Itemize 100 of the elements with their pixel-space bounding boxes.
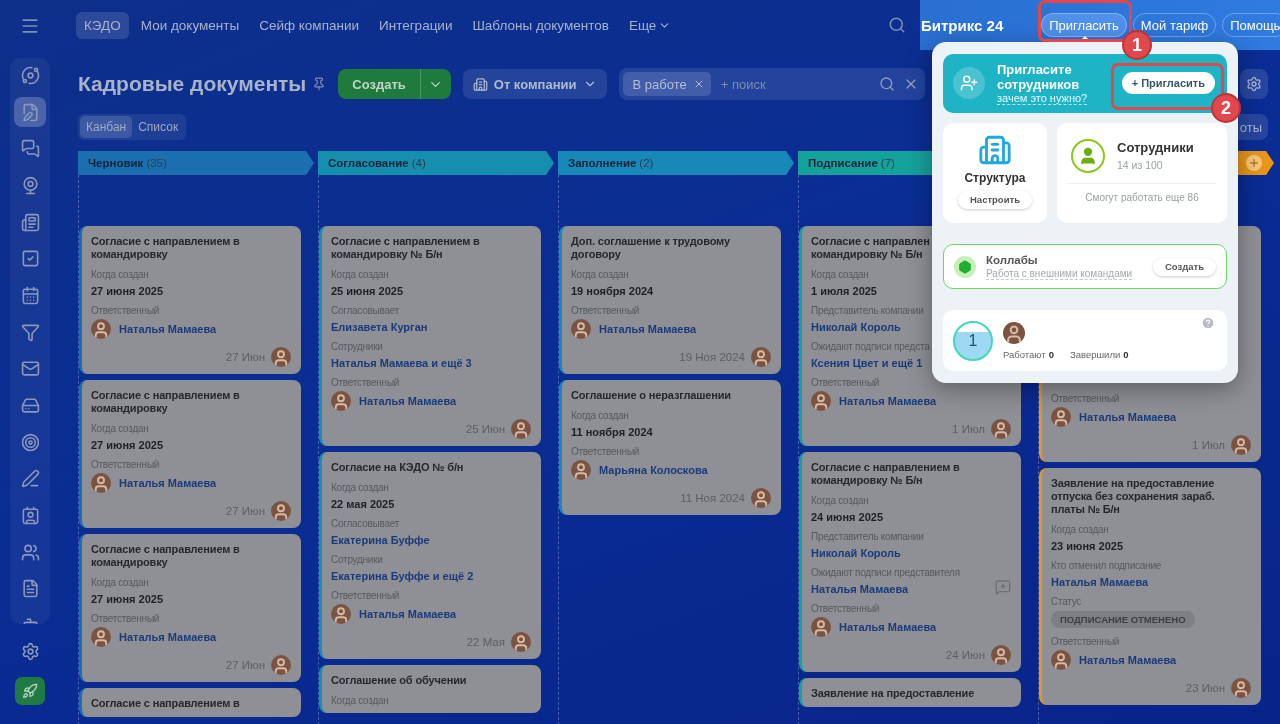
card-title: Согласие с направлением в командировку № Б/н xyxy=(811,461,961,487)
person-link[interactable]: Ксения Цвет и ещё 1 xyxy=(811,357,923,369)
field-label: Сотрудники xyxy=(331,554,383,565)
field-value: 19 ноября 2024 xyxy=(571,285,654,297)
person-link[interactable]: Марьяна Колоскова xyxy=(599,464,708,476)
user-plus-icon xyxy=(953,67,985,100)
avatar xyxy=(1051,407,1071,427)
sidebar-item[interactable] xyxy=(14,96,46,128)
field-value: 25 июня 2025 xyxy=(331,285,404,297)
field-value: 27 июня 2025 xyxy=(91,439,164,451)
field-value: 23 июня 2025 xyxy=(1051,540,1124,552)
filter-chip[interactable]: В работе xyxy=(622,72,711,96)
avatar xyxy=(991,645,1011,665)
person-link[interactable]: Наталья Мамаева xyxy=(359,395,457,407)
pen-icon xyxy=(20,469,40,489)
invite-title: Пригласите сотрудников xyxy=(997,61,1081,92)
checkbox-icon xyxy=(20,249,40,269)
document-card[interactable]: Заявление на предоставление xyxy=(799,678,1021,707)
avatar xyxy=(91,627,111,647)
calendar-icon xyxy=(20,285,40,305)
card-title: Согласие с направлением в командировку xyxy=(91,543,241,569)
person-link[interactable]: Наталья Мамаева xyxy=(839,395,937,407)
brand-logo[interactable]: Битрикс 24 xyxy=(921,16,1004,34)
avatar xyxy=(271,347,291,367)
search-icon[interactable] xyxy=(888,16,906,34)
pin-icon[interactable] xyxy=(312,77,327,91)
nav-tab[interactable]: Мои документы xyxy=(132,11,248,39)
column-count: (4) xyxy=(411,157,426,169)
nav-tab[interactable]: КЭДО xyxy=(76,11,129,39)
person-link[interactable]: Наталья Мамаева xyxy=(1079,411,1177,423)
settings-icon xyxy=(1246,76,1262,92)
create-button[interactable]: Создать xyxy=(1152,257,1216,276)
card-title: Соглашение об обучении xyxy=(331,674,467,687)
filter-search-field[interactable]: В работе + поиск xyxy=(618,68,925,100)
field-label: Ожидают подписи предста xyxy=(811,341,930,352)
person-link[interactable]: Наталья Мамаева xyxy=(811,583,909,595)
field-value: 27 июня 2025 xyxy=(91,285,164,297)
header-button[interactable]: Пригласить xyxy=(1041,13,1127,37)
column-count: (35) xyxy=(146,157,167,169)
document-card[interactable]: Согласие с направлением в xyxy=(79,688,301,717)
avatar xyxy=(1231,678,1251,698)
status-badge: ПОДПИСАНИЕ ОТМЕНЕНО xyxy=(1051,611,1195,628)
person-link[interactable]: Наталья Мамаева xyxy=(119,323,217,335)
view-tab[interactable]: Канбан xyxy=(80,116,133,138)
stat-text: Завершили 0 xyxy=(1069,348,1129,360)
settings-button[interactable] xyxy=(1240,69,1268,99)
chat-icon xyxy=(20,139,40,159)
avatar xyxy=(811,617,831,637)
person-link[interactable]: Наталья Мамаева xyxy=(1079,654,1177,666)
column-title: Черновик xyxy=(88,157,144,169)
create-button[interactable]: Создать xyxy=(338,69,421,99)
nav-tab[interactable]: Шаблоны документов xyxy=(464,11,617,39)
search-icon[interactable] xyxy=(878,76,895,92)
company-dropdown[interactable]: От компании xyxy=(462,69,607,99)
card-title: Согласие с направлением в командировку № Б/н xyxy=(331,235,481,261)
person-link[interactable]: Екатерина Буффе xyxy=(331,534,430,546)
configure-button[interactable]: Настроить xyxy=(958,190,1032,209)
person-link[interactable]: Наталья Мамаева xyxy=(119,631,217,643)
avatar xyxy=(571,460,591,480)
person-link[interactable]: Елизавета Курган xyxy=(331,321,428,333)
person-link[interactable]: Наталья Мамаева xyxy=(1051,576,1149,588)
person-link[interactable]: Наталья Мамаева xyxy=(119,477,217,489)
view-tab[interactable]: Список xyxy=(132,116,185,138)
document-pen-icon xyxy=(20,102,40,122)
avatar xyxy=(91,473,111,493)
settings-icon[interactable] xyxy=(20,642,40,661)
card-title: Соглашение о неразглашении xyxy=(571,389,731,402)
field-label: Ожидают подписи представителя xyxy=(811,567,960,578)
card-title: Заявление на предоставление отпуска без сохранения зараб. платы № Б/н xyxy=(1051,477,1216,516)
nav-tab[interactable]: Интеграции xyxy=(371,11,461,39)
collabs-subtitle[interactable]: Работа с внешними командами xyxy=(986,267,1133,280)
person-link[interactable]: Николай Король xyxy=(811,321,901,333)
nav-tab[interactable]: Сейф компании xyxy=(251,11,367,39)
card-title: Согласие с направлен командировку № Б/н xyxy=(811,235,930,261)
avatar xyxy=(331,391,351,411)
avatar xyxy=(511,419,531,439)
target-icon xyxy=(20,432,40,452)
person-link[interactable]: Наталья Мамаева xyxy=(359,608,457,620)
person-link[interactable]: Наталья Мамаева xyxy=(599,323,697,335)
menu-icon[interactable] xyxy=(20,16,40,36)
person-link[interactable]: Наталья Мамаева xyxy=(839,621,937,633)
drive-icon xyxy=(20,396,40,416)
person-link[interactable]: Екатерина Буффе и ещё 2 xyxy=(331,570,474,582)
card-title: Согласие с направлением в командировку xyxy=(91,389,241,415)
more-menu[interactable]: Еще xyxy=(620,11,680,39)
person-link[interactable]: Наталья Мамаева и ещё 3 xyxy=(331,357,472,369)
person-link[interactable]: Николай Король xyxy=(811,547,901,559)
why-link[interactable]: зачем это нужно? xyxy=(997,91,1088,105)
avatar xyxy=(811,391,831,411)
card-title: Согласие с направлением в xyxy=(91,697,240,710)
person-icon xyxy=(1071,138,1105,173)
avatar xyxy=(331,604,351,624)
progress-drop: 1 xyxy=(953,320,993,361)
avatar xyxy=(991,419,1011,439)
rocket-button[interactable] xyxy=(15,677,45,705)
column-count: (2) xyxy=(639,157,654,169)
card-title: Согласие с направлением в командировку xyxy=(91,235,241,261)
column-title: Подписание xyxy=(808,157,878,169)
invite-button[interactable]: + Пригласить xyxy=(1121,72,1215,95)
field-value: 22 мая 2025 xyxy=(331,498,395,510)
